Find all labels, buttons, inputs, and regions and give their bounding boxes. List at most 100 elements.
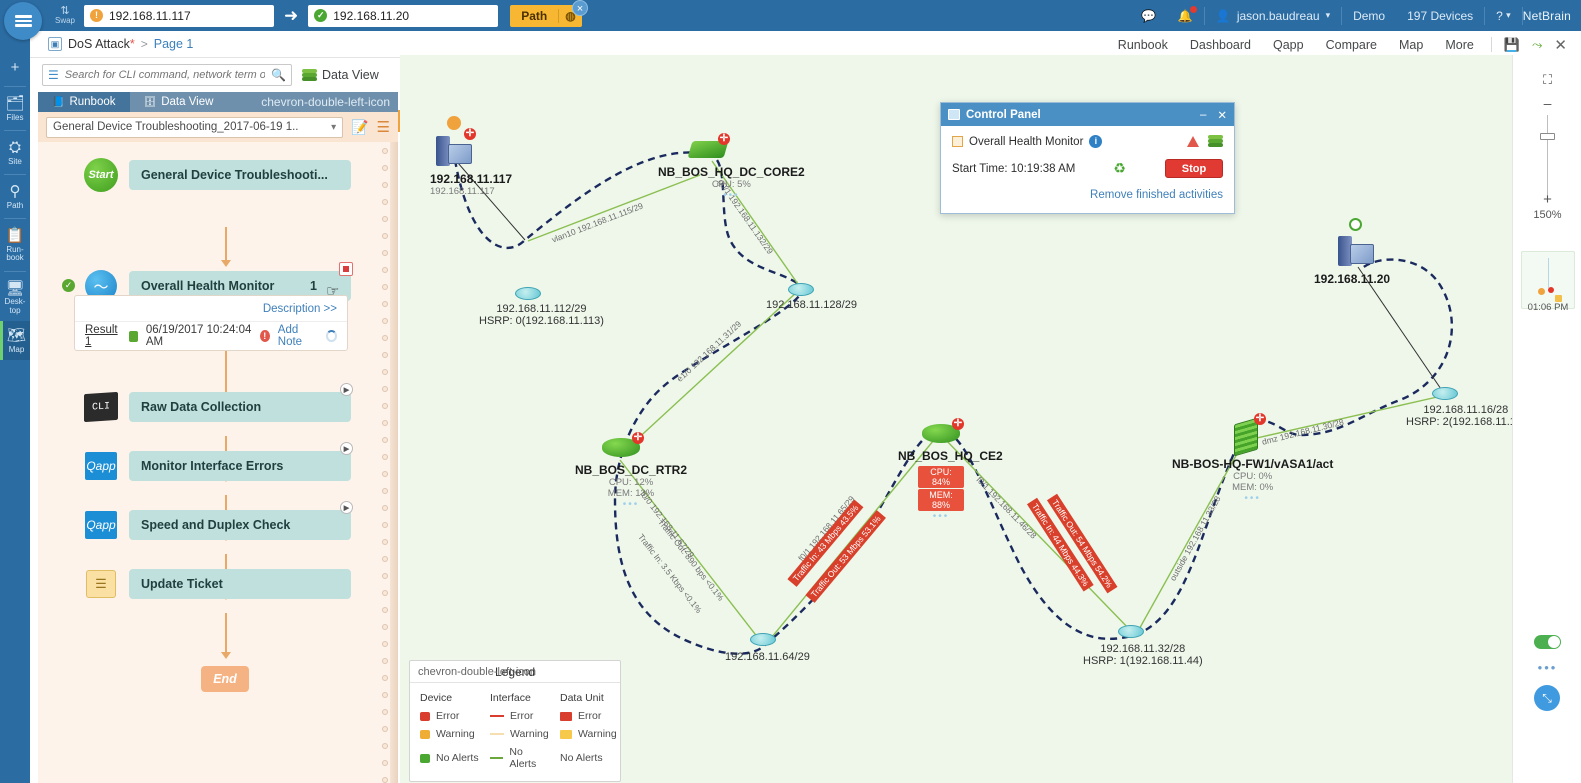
zoom-slider-track[interactable]	[1547, 115, 1548, 195]
list-icon[interactable]: ☰	[377, 118, 390, 136]
ok-device-swatch	[420, 753, 430, 763]
map-device-core2[interactable]: ✛ NB_BOS_HQ_DC_CORE2 CPU: 5% •••	[658, 133, 805, 201]
device-count-label[interactable]: 197 Devices	[1396, 0, 1484, 31]
map-subnet-node-128[interactable]	[788, 283, 814, 296]
map-device-server-117[interactable]: ✛ 192.168.11.117 192.168.11.117	[430, 116, 512, 197]
chat-icon[interactable]: 💬	[1130, 0, 1167, 31]
flow-node-speed-duplex[interactable]: Qapp Speed and Duplex Check ▶	[84, 501, 353, 542]
map-device-dots[interactable]: •••	[575, 499, 687, 510]
user-menu[interactable]: 👤 jason.baudreau ▾	[1205, 0, 1341, 31]
breadcrumb-page[interactable]: Page 1	[154, 37, 194, 51]
menu-item-map[interactable]: Map	[1388, 38, 1434, 52]
spiral-hole	[382, 709, 388, 715]
map-subnet-node-64[interactable]	[750, 633, 776, 646]
destination-address-value: 192.168.11.20	[333, 8, 410, 23]
zoom-out-button[interactable]: –	[1513, 95, 1581, 111]
hamburger-small-icon[interactable]: ☰	[48, 68, 59, 82]
close-icon[interactable]: ✕	[1217, 108, 1227, 122]
flow-node-bar[interactable]: Speed and Duplex Check ▶	[129, 501, 353, 540]
map-toggle-switch[interactable]	[1534, 635, 1561, 649]
share-icon[interactable]: ⤳	[1526, 37, 1548, 53]
map-device-dots[interactable]: •••	[918, 511, 964, 522]
legend-column-dataunit: Data Unit	[560, 692, 604, 704]
map-device-server-20[interactable]: 192.168.11.20	[1314, 218, 1390, 286]
error-dataunit-swatch	[560, 711, 572, 721]
flow-node-update-ticket[interactable]: ☰ Update Ticket	[84, 567, 351, 601]
source-address-field[interactable]: ! 192.168.11.117	[84, 4, 274, 27]
data-view-button[interactable]: Data View	[302, 68, 379, 82]
add-button[interactable]: +	[0, 53, 30, 84]
destination-address-field[interactable]: ✓ 192.168.11.20	[308, 4, 499, 27]
refresh-icon[interactable]: ♻	[1113, 160, 1126, 177]
flow-node-bar[interactable]: Raw Data Collection ▶	[129, 383, 353, 422]
info-icon[interactable]: i	[1089, 135, 1103, 148]
flow-connector	[225, 613, 227, 657]
map-subnet-node-16[interactable]	[1432, 387, 1458, 400]
sidebar-item-site[interactable]: ⛭ Site	[0, 133, 30, 172]
spiral-hole	[382, 488, 388, 494]
warning-triangle-icon[interactable]	[1187, 136, 1199, 147]
bell-icon[interactable]: 🔔	[1167, 0, 1204, 31]
search-icon[interactable]: 🔍	[271, 68, 286, 82]
flow-node-end[interactable]: End	[201, 666, 249, 692]
spiral-hole	[382, 777, 388, 783]
timeline-card[interactable]: 01:06 PM	[1521, 251, 1575, 313]
map-subnet-node-112[interactable]	[515, 287, 541, 300]
collapse-arrows-icon[interactable]: ⤡	[1534, 685, 1560, 711]
menu-item-more[interactable]: More	[1434, 38, 1484, 52]
spiral-hole	[382, 403, 388, 409]
menu-item-qapp[interactable]: Qapp	[1262, 38, 1315, 52]
stop-button[interactable]: Stop	[1165, 159, 1223, 178]
sidebar-item-path[interactable]: ⚲ Path	[0, 177, 30, 216]
flow-node-bar[interactable]: General Device Troubleshooti...	[129, 160, 351, 190]
description-link[interactable]: Description >>	[263, 303, 337, 315]
swap-icon[interactable]: ⇅ Swap	[48, 5, 82, 26]
run-node-button[interactable]: ▶	[340, 383, 353, 396]
run-node-button[interactable]: ▶	[340, 442, 353, 455]
control-panel-dialog[interactable]: Control Panel – ✕ Overall Health Monitor…	[940, 102, 1235, 214]
minimize-icon[interactable]: –	[1200, 109, 1206, 121]
zoom-in-button[interactable]: +	[1513, 191, 1581, 208]
menu-item-runbook[interactable]: Runbook	[1107, 38, 1179, 52]
layers-icon[interactable]	[1208, 135, 1223, 148]
zoom-slider-thumb[interactable]	[1540, 133, 1555, 140]
more-dots-icon[interactable]: •••	[1513, 660, 1581, 675]
sidebar-item-desktop[interactable]: 🖥 Desk-top	[0, 274, 30, 322]
stop-activity-button[interactable]	[339, 262, 353, 276]
edit-note-icon[interactable]: 📝	[351, 119, 368, 136]
sidebar-item-files[interactable]: 🗂 Files	[0, 89, 30, 128]
search-input[interactable]	[64, 69, 266, 81]
collapse-panel-button[interactable]: chevron-double-left-icon	[253, 92, 398, 112]
map-device-dots[interactable]: •••	[1172, 493, 1333, 504]
map-subnet-node-32[interactable]	[1118, 625, 1144, 638]
chevron-double-left-icon[interactable]: chevron-double-left-icon	[418, 666, 536, 678]
remove-finished-activities-link[interactable]: Remove finished activities	[1090, 189, 1223, 201]
tab-data-view[interactable]: 🗄 Data View	[130, 92, 228, 112]
result-link[interactable]: Result 1	[85, 324, 121, 348]
menu-item-compare[interactable]: Compare	[1315, 38, 1388, 52]
flow-node-monitor-interface-errors[interactable]: Qapp Monitor Interface Errors ▶	[84, 442, 353, 483]
flow-node-bar[interactable]: Monitor Interface Errors ▶	[129, 442, 353, 481]
save-icon[interactable]: 💾	[1498, 37, 1526, 53]
control-panel-header[interactable]: Control Panel – ✕	[941, 103, 1234, 126]
help-icon[interactable]: ? ▾	[1485, 0, 1522, 31]
activity-checkbox[interactable]	[952, 136, 963, 147]
search-box[interactable]: ☰ 🔍	[42, 64, 292, 86]
flow-node-bar[interactable]: Update Ticket	[129, 569, 351, 599]
flow-node-raw-data[interactable]: CLI Raw Data Collection ▶	[84, 383, 353, 424]
menu-item-dashboard[interactable]: Dashboard	[1179, 38, 1262, 52]
close-icon[interactable]: ✕	[1548, 36, 1573, 54]
main-menu-button[interactable]	[4, 2, 42, 40]
sidebar-item-map[interactable]: 🗺 Map	[0, 321, 30, 361]
close-path-icon[interactable]: ×	[572, 0, 588, 16]
flow-node-start[interactable]: Start General Device Troubleshooti...	[84, 158, 351, 192]
tab-runbook[interactable]: 📘 Runbook	[38, 92, 130, 112]
add-note-link[interactable]: Add Note	[278, 324, 318, 348]
tenant-label[interactable]: Demo	[1342, 0, 1396, 31]
sidebar-item-runbook[interactable]: 📋 Run-book	[0, 221, 30, 269]
breadcrumb-title[interactable]: DoS Attack*	[68, 37, 135, 51]
runbook-selector[interactable]: General Device Troubleshooting_2017-06-1…	[46, 116, 344, 138]
fit-screen-icon[interactable]: ⛶	[1513, 72, 1581, 88]
map-device-ce2[interactable]: ✛ NB_BOS_HQ_CE2 CPU: 84% MEM: 88% •••	[898, 418, 1003, 522]
run-node-button[interactable]: ▶	[340, 501, 353, 514]
